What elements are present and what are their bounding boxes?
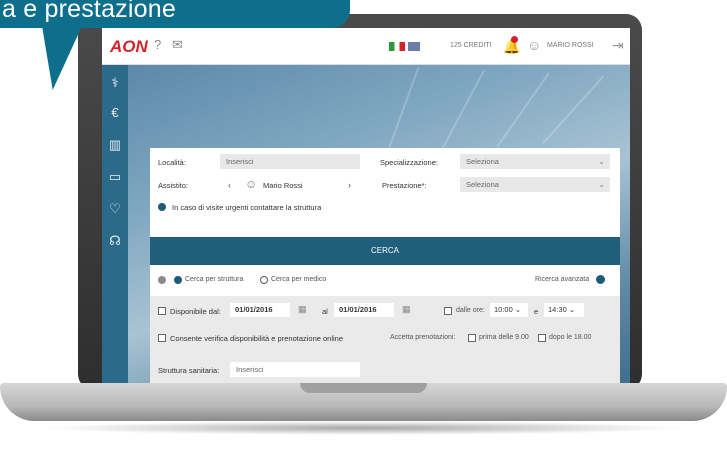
chevron-down-icon: ⌄: [514, 305, 522, 314]
search-panel: Località: Inserisci Specializzazione: Se…: [150, 148, 620, 386]
document-icon[interactable]: ▭: [107, 169, 123, 185]
headset-icon[interactable]: ☊: [107, 233, 123, 249]
assistito-label: Assistito:: [158, 181, 189, 190]
chevron-down-icon: ⌄: [598, 180, 605, 189]
user-name[interactable]: MARIO ROSSI: [547, 42, 594, 49]
calendar-icon[interactable]: ▦: [298, 304, 307, 315]
laptop-shadow: [40, 421, 687, 435]
info-icon: [158, 203, 166, 211]
time-to-select[interactable]: 14:30 ⌄: [544, 303, 584, 317]
prestazione-label: Prestazione*:: [382, 181, 427, 190]
top-bar: AON ? ✉ 125 CREDITI 🔔 ☺ MARIO ROSSI ⇥: [102, 28, 630, 65]
next-assistito-arrow[interactable]: ›: [348, 180, 351, 190]
specializzazione-label: Specializzazione:: [380, 158, 438, 167]
radio-cerca-struttura[interactable]: [174, 276, 182, 284]
chevron-down-icon: ⌄: [568, 305, 576, 314]
help-circle-icon: [158, 276, 166, 284]
date-to-input[interactable]: 01/01/2016: [334, 303, 394, 317]
calendar-icon[interactable]: ▦: [402, 304, 411, 315]
struttura-label: Struttura sanitaria:: [158, 366, 220, 375]
previous-assistito-arrow[interactable]: ‹: [228, 180, 231, 190]
help-icon[interactable]: ?: [154, 37, 161, 52]
ore-checkbox[interactable]: [444, 307, 452, 315]
laptop-notch: [300, 383, 427, 393]
sidebar: ⚕ € ▥ ▭ ♡ ☊: [102, 65, 128, 386]
stethoscope-icon[interactable]: ⚕: [107, 75, 123, 91]
date-from-input[interactable]: 01/01/2016: [230, 303, 290, 317]
prima-label: prima delle 9.00: [479, 334, 529, 341]
mail-icon[interactable]: ✉: [172, 37, 183, 53]
disponibile-checkbox[interactable]: [158, 307, 166, 315]
ore-label: dalle ore:: [456, 307, 485, 314]
al-label: al: [322, 307, 328, 316]
urgent-visit-info: In caso di visite urgenti contattare la …: [172, 203, 322, 212]
prima-checkbox[interactable]: [468, 334, 476, 342]
dopo-checkbox[interactable]: [538, 334, 546, 342]
chart-icon[interactable]: ▥: [107, 137, 123, 153]
ricerca-avanzata-link[interactable]: Ricerca avanzata: [535, 276, 589, 283]
assistito-name: Mario Rossi: [263, 181, 303, 190]
radio-cerca-medico[interactable]: [260, 276, 268, 284]
time-from-value: 10:00: [494, 305, 513, 314]
radio-cerca-medico-label: Cerca per medico: [271, 276, 327, 283]
accetta-label: Accetta prenotazioni:: [390, 334, 456, 341]
advanced-filters: Disponibile dal: 01/01/2016 ▦ al 01/01/2…: [150, 296, 620, 386]
callout-text: a e prestazione: [2, 0, 176, 23]
disponibile-label: Disponibile dal:: [170, 307, 221, 316]
ricerca-avanzata-toggle-icon[interactable]: [596, 275, 605, 284]
avatar-icon: ☺: [245, 177, 258, 191]
struttura-input[interactable]: Inserisci: [230, 362, 360, 377]
euro-icon[interactable]: €: [107, 105, 123, 120]
localita-input[interactable]: Inserisci: [220, 154, 360, 169]
english-flag-icon[interactable]: [408, 42, 420, 51]
localita-label: Località:: [158, 158, 186, 167]
notification-badge: [511, 36, 518, 43]
callout-bubble: a e prestazione: [0, 0, 350, 28]
italian-flag-icon[interactable]: [389, 42, 405, 51]
consenti-checkbox[interactable]: [158, 334, 166, 342]
user-icon[interactable]: ☺: [527, 37, 541, 53]
radio-cerca-struttura-label: Cerca per struttura: [185, 276, 244, 283]
dopo-label: dopo le 18.00: [549, 334, 592, 341]
specializzazione-select[interactable]: Seleziona ⌄: [460, 154, 610, 169]
search-button[interactable]: CERCA: [150, 237, 620, 265]
callout-pointer: [18, 26, 82, 90]
chevron-down-icon: ⌄: [598, 157, 605, 166]
time-from-select[interactable]: 10:00 ⌄: [490, 303, 528, 317]
time-to-value: 14:30: [548, 305, 567, 314]
aon-logo[interactable]: AON: [110, 37, 148, 57]
heart-icon[interactable]: ♡: [107, 201, 123, 217]
laptop-screen: AON ? ✉ 125 CREDITI 🔔 ☺ MARIO ROSSI ⇥ ⚕ …: [102, 28, 630, 386]
prestazione-select[interactable]: Seleziona ⌄: [460, 177, 610, 192]
credits-label: 125 CREDITI: [450, 42, 492, 49]
specializzazione-value: Seleziona: [466, 157, 499, 166]
prestazione-value: Seleziona: [466, 180, 499, 189]
consenti-label: Consente verifica disponibilità e prenot…: [170, 334, 344, 343]
e-label: e: [534, 307, 539, 316]
logout-icon[interactable]: ⇥: [612, 37, 624, 54]
